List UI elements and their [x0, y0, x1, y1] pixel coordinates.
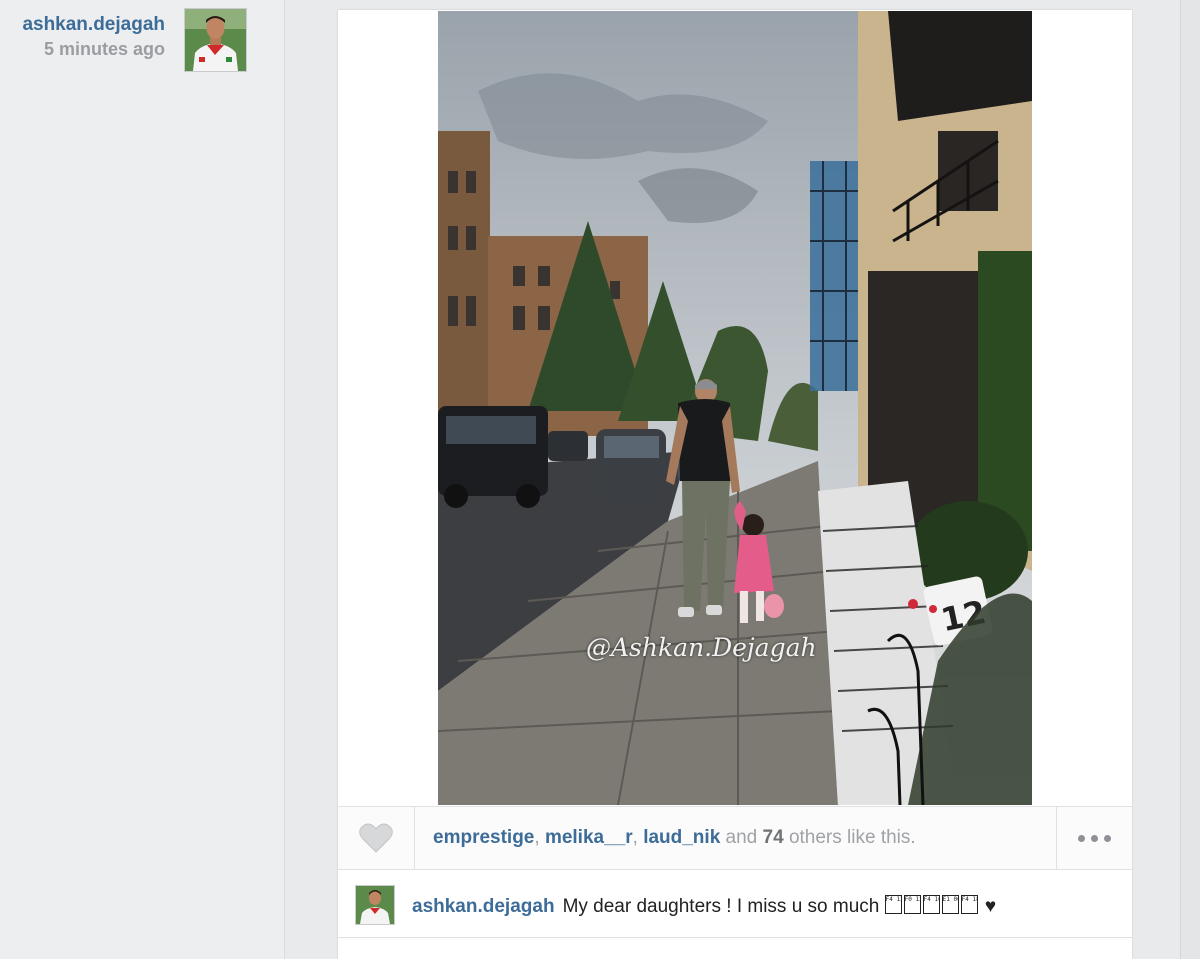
heart-icon	[359, 823, 393, 853]
likes-summary: emprestige, melika__r, laud_nik and 74 o…	[433, 827, 916, 849]
comment-body: ashkan.dejagah My dear daughters ! I miss…	[412, 895, 996, 918]
post-photo[interactable]: 12 @Ashkan.Dejagah	[438, 11, 1032, 805]
post-avatar[interactable]	[184, 8, 247, 72]
heart-symbol: ♥	[984, 896, 997, 917]
left-column	[0, 0, 285, 959]
liker-link[interactable]: melika__r	[545, 827, 633, 848]
liker-link[interactable]: laud_nik	[643, 827, 720, 848]
photo-watermark: @Ashkan.Dejagah	[586, 633, 817, 662]
likes-count[interactable]: 74	[763, 827, 784, 848]
emoji-glyph: F0 12	[903, 895, 921, 914]
like-button[interactable]	[338, 807, 415, 869]
post-card: 12 @Ashkan.Dejagah emprestige, melika__r…	[338, 10, 1132, 959]
scrollbar-track[interactable]	[1180, 0, 1200, 959]
likes-separator: ,	[534, 827, 545, 848]
emoji-glyph: F4 18	[960, 895, 978, 914]
post-author: ashkan.dejagah 5 minutes ago	[22, 14, 165, 60]
caption-comment: ashkan.dejagah My dear daughters ! I miss…	[338, 869, 1132, 938]
likes-suffix: others like this.	[783, 827, 916, 848]
likes-bar: emprestige, melika__r, laud_nik and 74 o…	[338, 806, 1132, 870]
emoji-glyph: F4 13	[884, 895, 902, 914]
emoji-glyph: F4 10	[922, 895, 940, 914]
comment-username-link[interactable]: ashkan.dejagah	[412, 896, 555, 917]
post-timestamp[interactable]: 5 minutes ago	[22, 39, 165, 60]
more-options-button[interactable]	[1056, 807, 1132, 869]
comment-text: My dear daughters ! I miss u so much	[562, 896, 880, 917]
likes-separator: ,	[632, 827, 644, 848]
liker-link[interactable]: emprestige	[433, 827, 534, 848]
comment-avatar[interactable]	[355, 885, 395, 925]
likes-connector: and	[720, 827, 763, 848]
emoji-glyph: E1 06	[941, 895, 959, 914]
more-options-icon	[1075, 829, 1114, 847]
post-username-link[interactable]: ashkan.dejagah	[22, 14, 165, 36]
